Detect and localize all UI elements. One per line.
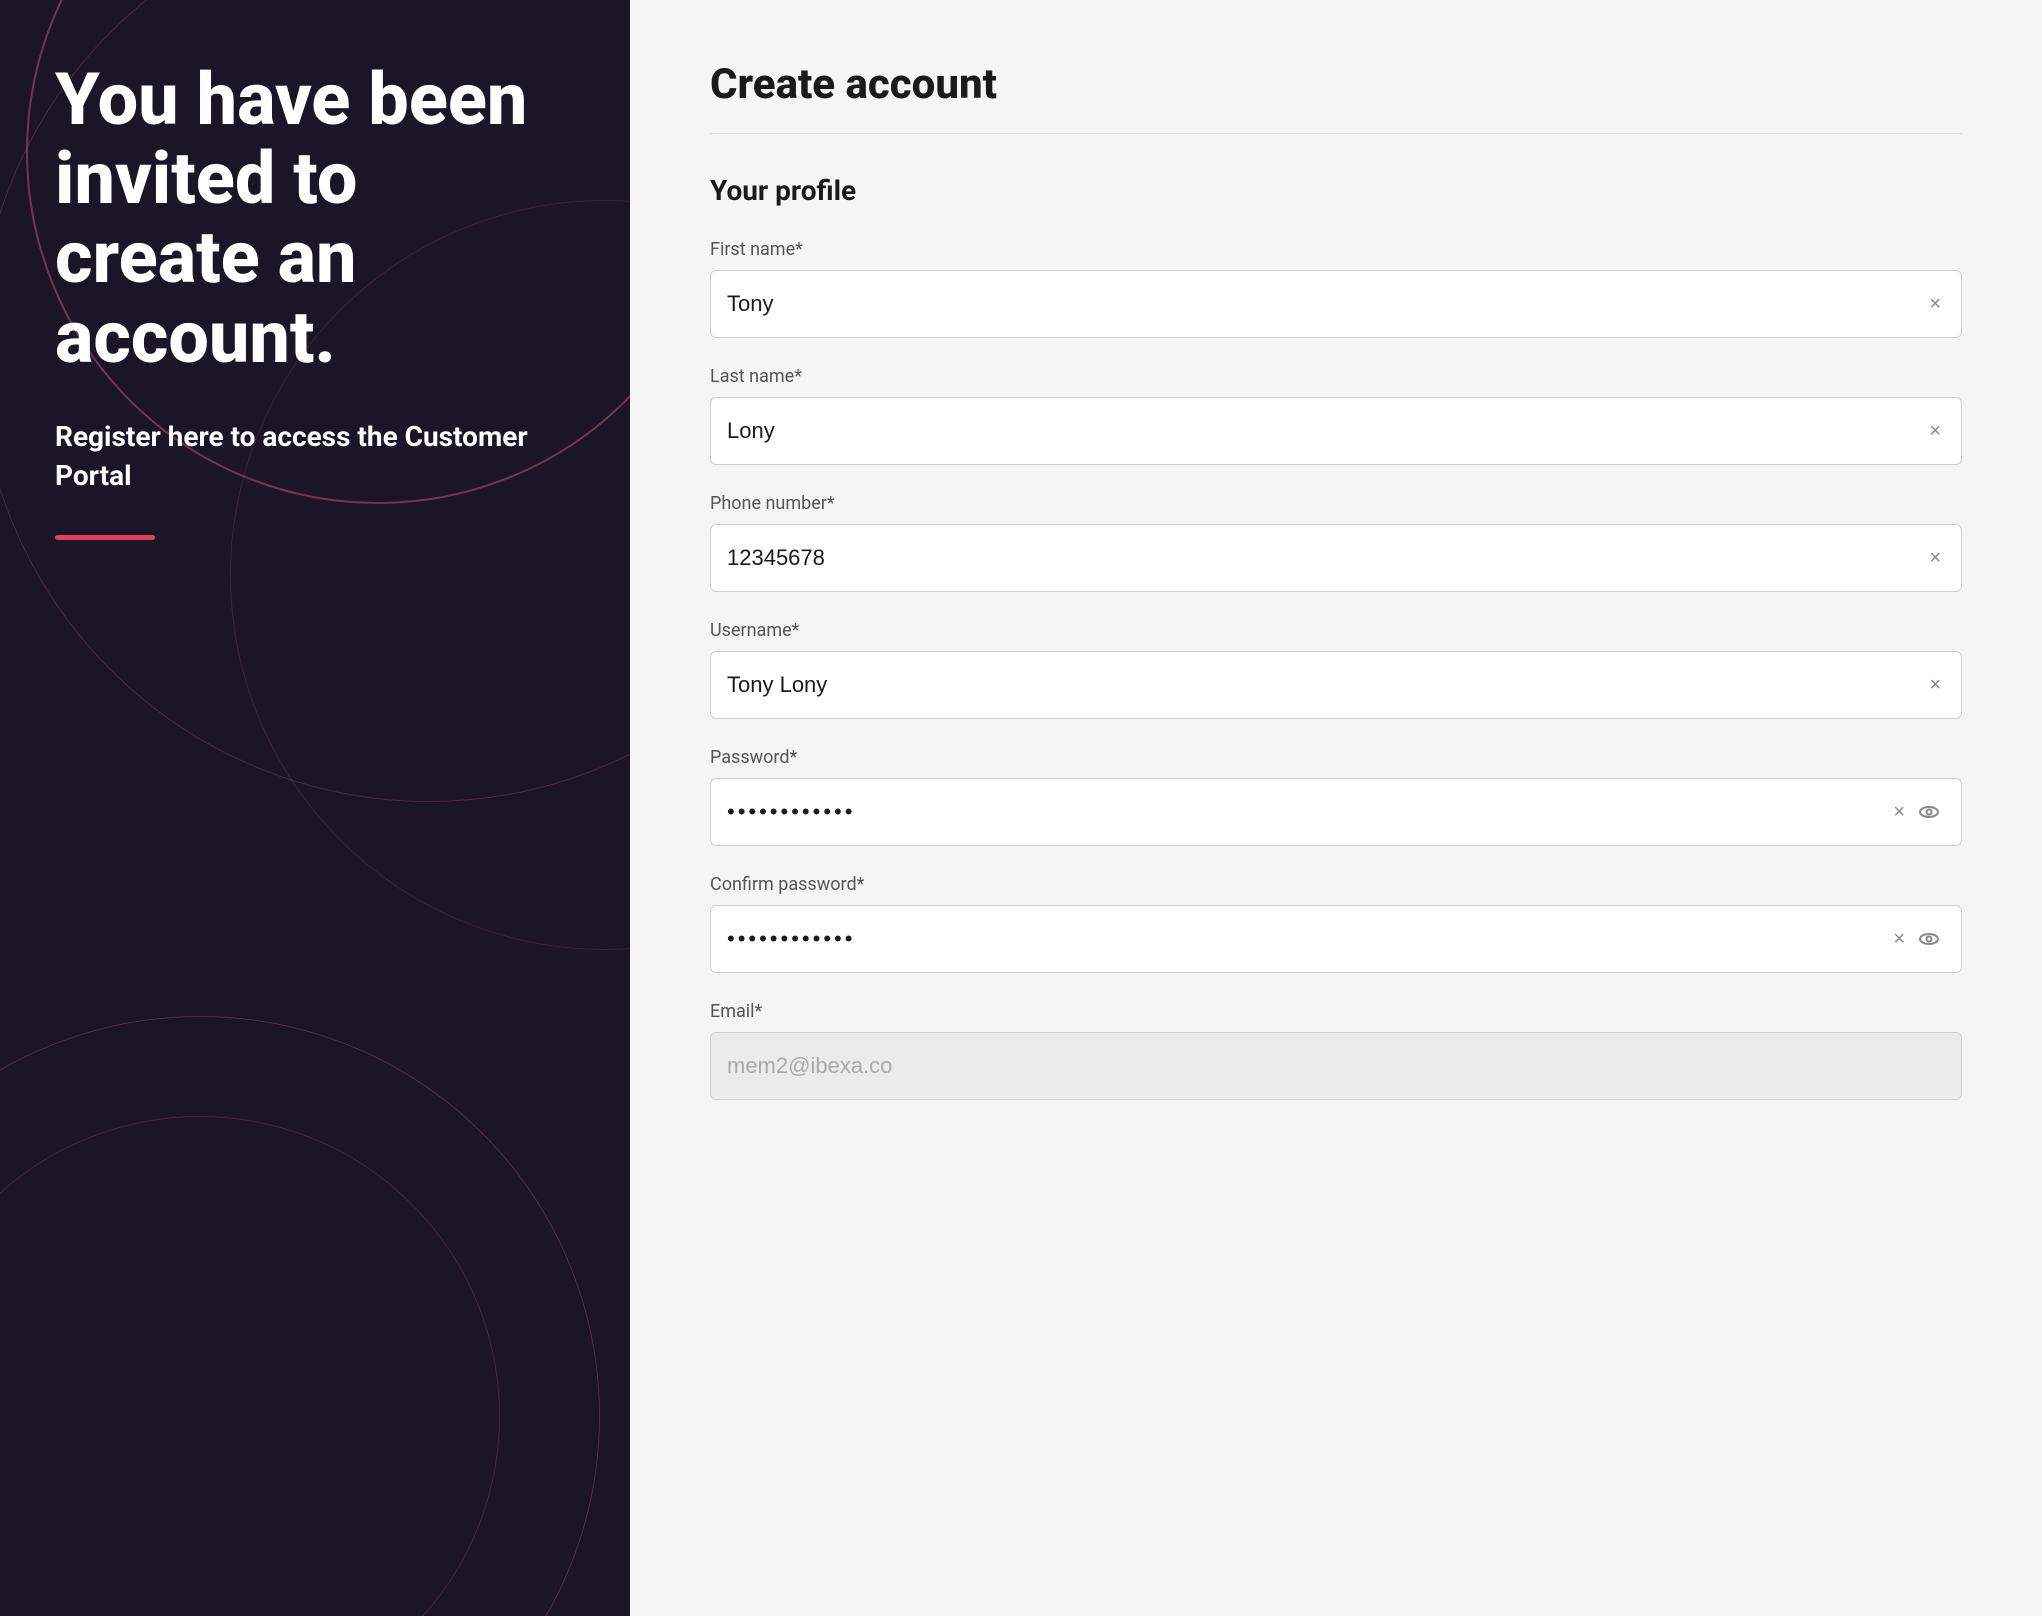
toggle-visibility-password-button[interactable]	[1909, 800, 1945, 824]
input-last_name[interactable]	[727, 418, 1925, 444]
input-phone_number[interactable]	[727, 545, 1925, 571]
form-group-username: Username* ×	[710, 620, 1962, 719]
eye-icon	[1917, 927, 1941, 951]
label-phone_number: Phone number*	[710, 493, 1962, 514]
input-wrapper-password: ×	[710, 778, 1962, 846]
label-first_name: First name*	[710, 239, 1962, 260]
subheadline: Register here to access the Customer Por…	[55, 417, 575, 495]
page-title: Create account	[710, 60, 1962, 109]
headline: You have been invited to create an accou…	[55, 60, 575, 377]
accent-line	[55, 535, 155, 540]
form-group-first_name: First name* ×	[710, 239, 1962, 338]
profile-form: First name*×Last name*×Phone number*×Use…	[710, 239, 1962, 1100]
input-password[interactable]	[727, 799, 1889, 825]
input-confirm_password[interactable]	[727, 926, 1889, 952]
divider	[710, 133, 1962, 134]
clear-first_name-button[interactable]: ×	[1925, 293, 1945, 316]
label-password: Password*	[710, 747, 1962, 768]
input-wrapper-email	[710, 1032, 1962, 1100]
form-group-password: Password* ×	[710, 747, 1962, 846]
right-panel: Create account Your profile First name* ×…	[630, 0, 2042, 1616]
clear-last_name-button[interactable]: ×	[1925, 420, 1945, 443]
clear-confirm_password-button[interactable]: ×	[1889, 928, 1909, 951]
clear-username-button[interactable]: ×	[1925, 674, 1945, 697]
input-email	[727, 1053, 1945, 1079]
left-panel: You have been invited to create an accou…	[0, 0, 630, 1616]
label-email: Email*	[710, 1001, 1962, 1022]
form-group-phone_number: Phone number* ×	[710, 493, 1962, 592]
input-wrapper-username: ×	[710, 651, 1962, 719]
form-group-confirm_password: Confirm password* ×	[710, 874, 1962, 973]
input-wrapper-confirm_password: ×	[710, 905, 1962, 973]
eye-icon	[1917, 800, 1941, 824]
clear-phone_number-button[interactable]: ×	[1925, 547, 1945, 570]
label-confirm_password: Confirm password*	[710, 874, 1962, 895]
section-title: Your profile	[710, 174, 1962, 207]
input-wrapper-first_name: ×	[710, 270, 1962, 338]
input-first_name[interactable]	[727, 291, 1925, 317]
label-username: Username*	[710, 620, 1962, 641]
input-wrapper-last_name: ×	[710, 397, 1962, 465]
form-group-email: Email*	[710, 1001, 1962, 1100]
input-username[interactable]	[727, 672, 1925, 698]
clear-password-button[interactable]: ×	[1889, 801, 1909, 824]
form-group-last_name: Last name* ×	[710, 366, 1962, 465]
input-wrapper-phone_number: ×	[710, 524, 1962, 592]
label-last_name: Last name*	[710, 366, 1962, 387]
toggle-visibility-confirm_password-button[interactable]	[1909, 927, 1945, 951]
